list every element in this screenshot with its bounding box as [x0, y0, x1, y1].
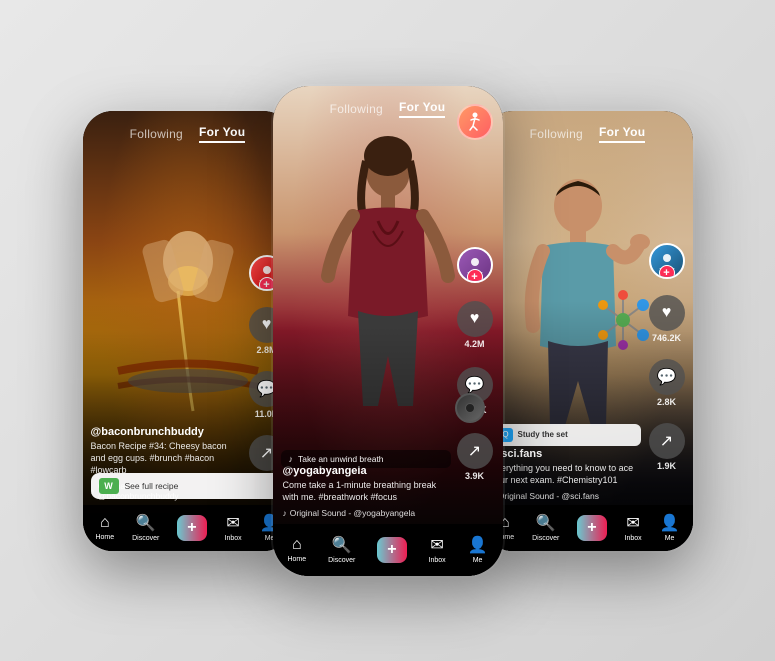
yoga-like-btn[interactable]: ♥ 4.2M	[457, 301, 493, 349]
home-label: Home	[95, 534, 114, 541]
science-share-count: 1.9K	[657, 461, 676, 471]
yoga-avatar: +	[457, 247, 493, 283]
science-like-count: 746.2K	[652, 333, 681, 343]
science-share-btn[interactable]: ↗ 1.9K	[649, 423, 685, 471]
yoga-right-sidebar: + ♥ 4.2M 💬 31.1K ↗ 3.9K	[457, 247, 493, 481]
yoga-sound: ♪ Original Sound - @yogabyangela	[283, 508, 448, 518]
yoga-discover-icon: 🔍	[332, 535, 352, 555]
yoga-banner-text: Take an unwind breath	[298, 454, 384, 464]
science-heart-icon: ♥	[649, 295, 685, 331]
yoga-inbox-label: Inbox	[429, 557, 446, 564]
yoga-plus-icon: +	[377, 537, 406, 563]
yoga-me-label: Me	[473, 557, 483, 564]
science-notification-banner[interactable]: Q Study the set	[491, 424, 641, 446]
science-nav-plus[interactable]: +	[577, 515, 606, 541]
science-avatar: +	[649, 243, 685, 279]
science-bottom-nav: ⌂ Home 🔍 Discover + ✉ Inbox 👤 Me	[483, 505, 693, 551]
science-comment-count: 2.8K	[657, 397, 676, 407]
science-username[interactable]: @sci.fans	[491, 448, 641, 460]
food-nav-home[interactable]: ⌂ Home	[95, 514, 114, 541]
yoga-nav-me[interactable]: 👤 Me	[468, 535, 488, 564]
phone-right-screen: Following For You + ♥ 746.2K 💬 2.8K	[483, 111, 693, 551]
yoga-share-btn[interactable]: ↗ 3.9K	[457, 433, 493, 481]
phone-left-screen: Following For You + ♥ 2.8M 💬 11.0K	[83, 111, 293, 551]
science-discover-label: Discover	[532, 535, 559, 542]
home-icon: ⌂	[100, 514, 110, 532]
yoga-bottom-info: @yogabyangela Come take a 1-minute breat…	[283, 465, 448, 517]
yoga-inbox-icon: ✉	[430, 535, 443, 555]
science-sound: ♪ Original Sound - @sci.fans	[491, 491, 641, 501]
science-inbox-label: Inbox	[625, 535, 642, 542]
science-follow-plus[interactable]: +	[659, 265, 675, 279]
science-top-nav: Following For You	[483, 111, 693, 151]
yoga-share-icon: ↗	[457, 433, 493, 469]
science-notif-text: Study the set	[518, 430, 568, 439]
yoga-nav-discover[interactable]: 🔍 Discover	[328, 535, 355, 564]
yoga-banner: ♪ Take an unwind breath	[281, 450, 451, 468]
discover-icon: 🔍	[136, 513, 156, 533]
phone-left: Following For You + ♥ 2.8M 💬 11.0K	[83, 111, 293, 551]
food-notif-text: See full recipe	[125, 481, 179, 491]
science-inbox-icon: ✉	[626, 513, 639, 533]
inbox-label: Inbox	[225, 535, 242, 542]
yoga-description: Come take a 1-minute breathing break wit…	[283, 480, 448, 503]
food-description: Bacon Recipe #34: Cheesy bacon and egg c…	[91, 441, 241, 476]
food-username[interactable]: @baconbrunchbuddy	[91, 426, 241, 438]
science-like-btn[interactable]: ♥ 746.2K	[649, 295, 685, 343]
food-following-tab[interactable]: Following	[130, 127, 183, 141]
science-for-you-tab[interactable]: For You	[599, 125, 645, 143]
yoga-me-icon: 👤	[468, 535, 488, 555]
yoga-following-tab[interactable]: Following	[330, 102, 383, 116]
food-bottom-nav: ⌂ Home 🔍 Discover + ✉ Inbox 👤 Me	[83, 505, 293, 551]
food-nav-discover[interactable]: 🔍 Discover	[132, 513, 159, 542]
yoga-like-count: 4.2M	[464, 339, 484, 349]
yoga-small-figure	[457, 104, 493, 140]
food-nav-plus[interactable]: +	[177, 515, 206, 541]
science-share-icon: ↗	[649, 423, 685, 459]
science-nav-me[interactable]: 👤 Me	[660, 513, 680, 542]
science-description: Everything you need to know to ace your …	[491, 463, 641, 486]
science-nav-discover[interactable]: 🔍 Discover	[532, 513, 559, 542]
science-plus-icon: +	[577, 515, 606, 541]
phone-center: Following For You + ♥ 4.2M 💬 31.1K	[273, 86, 503, 576]
food-notification-banner[interactable]: W See full recipe	[91, 473, 285, 499]
phone-center-screen: Following For You + ♥ 4.2M 💬 31.1K	[273, 86, 503, 576]
science-me-label: Me	[665, 535, 675, 542]
food-for-you-tab[interactable]: For You	[199, 125, 245, 143]
yoga-home-label: Home	[287, 556, 306, 563]
science-avatar-btn[interactable]: +	[649, 243, 685, 279]
food-notif-icon: W	[99, 478, 119, 494]
science-right-sidebar: + ♥ 746.2K 💬 2.8K ↗ 1.9K	[649, 243, 685, 471]
science-bottom-info: @sci.fans Everything you need to know to…	[491, 448, 641, 500]
food-top-nav: Following For You	[83, 111, 293, 151]
science-nav-inbox[interactable]: ✉ Inbox	[625, 513, 642, 542]
inbox-icon: ✉	[226, 513, 239, 533]
yoga-nav-home[interactable]: ⌂ Home	[287, 536, 306, 563]
phones-container: Following For You + ♥ 2.8M 💬 11.0K	[0, 0, 775, 661]
yoga-music-note: ♪	[283, 508, 287, 518]
yoga-bottom-nav: ⌂ Home 🔍 Discover + ✉ Inbox 👤 Me	[273, 524, 503, 576]
yoga-nav-inbox[interactable]: ✉ Inbox	[429, 535, 446, 564]
phone-right: Following For You + ♥ 746.2K 💬 2.8K	[483, 111, 693, 551]
yoga-discover-label: Discover	[328, 557, 355, 564]
yoga-music-icon: ♪	[289, 454, 294, 464]
science-following-tab[interactable]: Following	[530, 127, 583, 141]
food-nav-inbox[interactable]: ✉ Inbox	[225, 513, 242, 542]
yoga-for-you-tab[interactable]: For You	[399, 100, 445, 118]
yoga-nav-plus[interactable]: +	[377, 537, 406, 563]
yoga-music-disc	[455, 393, 485, 423]
science-discover-icon: 🔍	[536, 513, 556, 533]
discover-label: Discover	[132, 535, 159, 542]
yoga-heart-icon: ♥	[457, 301, 493, 337]
yoga-follow-plus[interactable]: +	[467, 269, 483, 283]
science-comment-icon: 💬	[649, 359, 685, 395]
yoga-home-icon: ⌂	[292, 536, 302, 554]
science-comment-btn[interactable]: 💬 2.8K	[649, 359, 685, 407]
yoga-avatar-btn[interactable]: +	[457, 247, 493, 283]
plus-icon: +	[177, 515, 206, 541]
science-me-icon: 👤	[660, 513, 680, 533]
yoga-share-count: 3.9K	[465, 471, 484, 481]
